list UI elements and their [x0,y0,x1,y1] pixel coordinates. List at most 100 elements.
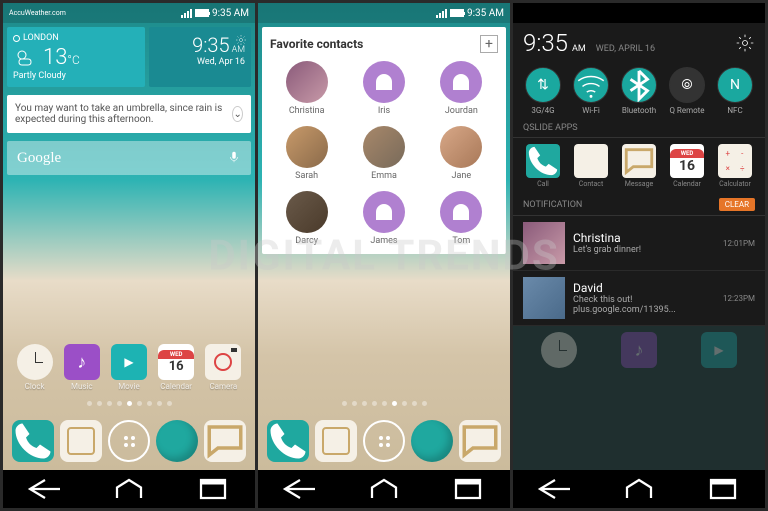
mic-icon[interactable] [227,149,241,168]
weather-widget[interactable]: LONDON 13°C Partly Cloudy [7,27,145,87]
weather-partly-cloudy-icon [13,46,37,70]
notification-header: NOTIFICATION [523,200,582,210]
dock-browser[interactable] [411,420,453,462]
clock-date: Wed, Apr 16 [197,57,245,67]
notif-message: Let's grab dinner! [573,245,715,255]
clock-icon-dimmed [541,332,577,368]
music-icon: ♪ [64,344,100,380]
toggle-3g4g[interactable]: ⇅3G/4G [525,67,561,115]
recent-button[interactable] [703,477,743,501]
status-bar: AccuWeather.com 9:35 AM [3,3,255,23]
nav-bar [3,470,255,508]
recent-button[interactable] [448,477,488,501]
quick-toggles: ⇅3G/4G Wi-Fi Bluetooth ⦾Q Remote NNFC [513,63,765,119]
dock-apps[interactable] [363,420,405,462]
qslide-header: QSLIDE APPS [513,119,765,138]
contact-emma[interactable]: Emma [347,126,420,181]
notif-message: Check this out! plus.google.com/11395... [573,295,715,315]
dock-messages[interactable] [204,420,246,462]
contact-jane[interactable]: Jane [425,126,498,181]
qslide-message[interactable]: Message [622,144,656,188]
clear-button[interactable]: CLEAR [719,198,755,211]
chevron-down-icon[interactable]: ⌄ [232,106,243,122]
favorites-title: Favorite contacts [270,37,363,51]
calendar-icon: WED16 [670,144,704,178]
toggle-bluetooth[interactable]: Bluetooth [621,67,657,115]
contact-iris[interactable]: Iris [347,61,420,116]
weather-tip-card[interactable]: You may want to take an umbrella, since … [7,95,251,133]
back-button[interactable] [25,477,65,501]
qslide-calendar[interactable]: WED16Calendar [670,144,704,188]
signal-icon [436,9,447,18]
calculator-icon: +-×÷ [718,144,752,178]
avatar [286,61,328,103]
accuweather-label: AccuWeather.com [9,9,66,17]
contact-jourdan[interactable]: Jourdan [425,61,498,116]
avatar [286,126,328,168]
contact-tom[interactable]: Tom [425,191,498,246]
dock-contacts[interactable] [60,420,102,462]
data-icon: ⇅ [525,67,561,103]
avatar [523,277,565,319]
dock-contacts[interactable] [315,420,357,462]
phone-screen-2: 9:35 AM Favorite contacts + Christina Ir… [258,3,510,508]
dock-apps[interactable] [108,420,150,462]
status-bar [513,3,765,23]
notification-christina[interactable]: Christina Let's grab dinner! 12:01PM [513,216,765,271]
back-button[interactable] [535,477,575,501]
dock-phone[interactable] [12,420,54,462]
qslide-call[interactable]: Call [526,144,560,188]
favorite-contacts-widget[interactable]: Favorite contacts + Christina Iris Jourd… [262,27,506,254]
clock-app[interactable]: Clock [17,344,53,391]
notif-time: 12:01PM [723,239,755,248]
contacts-grid: Christina Iris Jourdan Sarah Emma Jane D… [270,61,498,246]
toggle-qremote[interactable]: ⦾Q Remote [669,67,705,115]
camera-icon [205,344,241,380]
home-button[interactable] [364,477,404,501]
home-button[interactable] [109,477,149,501]
clock-widget[interactable]: 9:35AM Wed, Apr 16 [149,27,251,87]
google-search-bar[interactable]: Google [7,141,251,175]
dock-messages[interactable] [459,420,501,462]
dock-phone[interactable] [267,420,309,462]
qslide-contact[interactable]: Contact [574,144,608,188]
contact-darcy[interactable]: Darcy [270,191,343,246]
qslide-apps: Call Contact Message WED16Calendar +-×÷C… [513,138,765,194]
calendar-app[interactable]: WED16Calendar [158,344,194,391]
notif-sender: Christina [573,231,715,245]
toggle-nfc[interactable]: NNFC [717,67,753,115]
app-row: Clock ♪Music Movie WED16Calendar Camera [3,340,255,395]
gear-icon[interactable] [235,31,247,43]
nfc-icon: N [717,67,753,103]
calendar-icon: WED16 [158,344,194,380]
recent-button[interactable] [193,477,233,501]
settings-gear-icon[interactable] [735,33,755,53]
back-button[interactable] [280,477,320,501]
status-time: 9:35 AM [467,8,504,19]
panel-time: 9:35AMWED, APRIL 16 [523,29,655,57]
notification-david[interactable]: David Check this out! plus.google.com/11… [513,271,765,326]
camera-app[interactable]: Camera [205,344,241,391]
movie-icon-dimmed [701,332,737,368]
signal-icon [181,9,192,18]
contact-icon [574,144,608,178]
add-contact-button[interactable]: + [480,35,498,53]
avatar [440,126,482,168]
nav-bar [258,470,510,508]
movie-app[interactable]: Movie [111,344,147,391]
dock [3,412,255,470]
avatar [363,126,405,168]
avatar-placeholder-icon [440,191,482,233]
qslide-calculator[interactable]: +-×÷Calculator [718,144,752,188]
music-app[interactable]: ♪Music [64,344,100,391]
dock [258,412,510,470]
toggle-wifi[interactable]: Wi-Fi [573,67,609,115]
notif-sender: David [573,281,715,295]
contact-sarah[interactable]: Sarah [270,126,343,181]
contact-christina[interactable]: Christina [270,61,343,116]
clock-icon [17,344,53,380]
avatar [286,191,328,233]
home-button[interactable] [619,477,659,501]
dock-browser[interactable] [156,420,198,462]
contact-james[interactable]: James [347,191,420,246]
